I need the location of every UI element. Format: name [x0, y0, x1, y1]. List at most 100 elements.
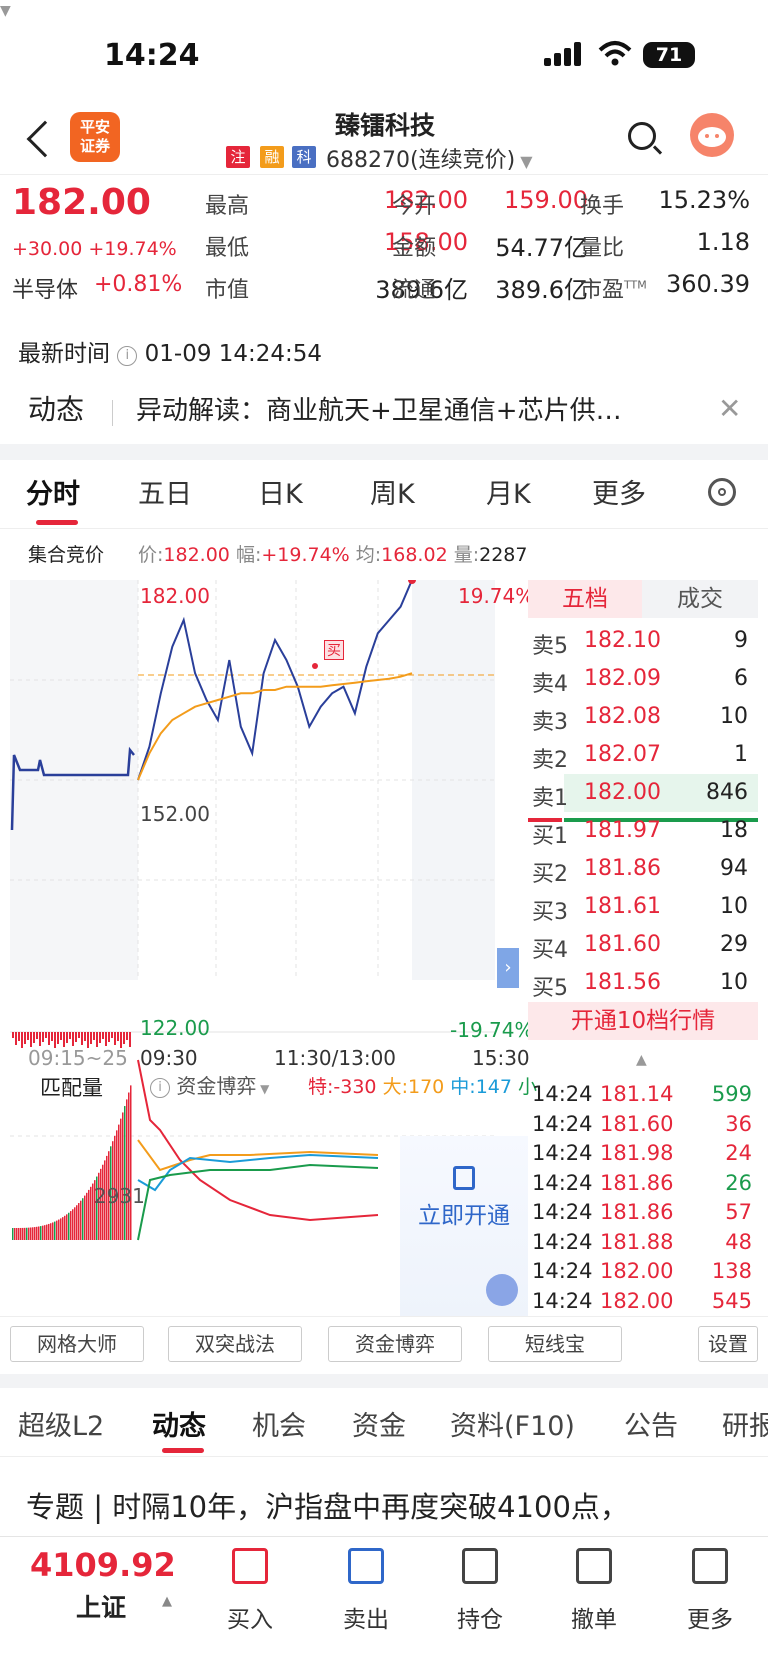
tab-more[interactable]: 更多: [592, 472, 646, 511]
match-volume-top-bar: [111, 1032, 113, 1038]
tag-ke: 科: [292, 146, 316, 168]
buy-sell-marker[interactable]: 买: [324, 640, 344, 660]
tab-five-levels[interactable]: 五档: [528, 580, 642, 618]
x-tick-mid: 11:30/13:00: [274, 1046, 397, 1070]
bottom-button-1[interactable]: 卖出: [326, 1600, 406, 1634]
fullscreen-icon[interactable]: [486, 1274, 518, 1306]
auction-stats: 价:182.00 幅:+19.74% 均:168.02 量:2287: [138, 540, 527, 567]
order-level-price: 181.61: [584, 894, 661, 919]
bottom-button-4[interactable]: 更多: [670, 1600, 750, 1634]
buy-icon[interactable]: [232, 1548, 268, 1584]
tab-weekly[interactable]: 周K: [370, 472, 415, 511]
match-volume-top-bar: [18, 1032, 20, 1041]
bottom-tab-4[interactable]: 资料(F10): [450, 1404, 575, 1443]
chevron-up-icon[interactable]: ▲: [162, 1594, 172, 1609]
bottom-tab-3[interactable]: 资金: [352, 1404, 406, 1443]
tool-button-3[interactable]: 短线宝: [488, 1326, 622, 1362]
tab-intraday[interactable]: 分时: [26, 472, 80, 511]
match-volume-top-bar: [81, 1032, 83, 1045]
match-volume-bar: [48, 1223, 50, 1240]
tool-button-1[interactable]: 双突战法: [168, 1326, 302, 1362]
match-volume-top-bar: [57, 1032, 59, 1044]
dynamic-text[interactable]: 异动解读：商业航天+卫星通信+芯片供…: [136, 390, 622, 427]
info-icon[interactable]: i: [117, 346, 138, 366]
menu-icon[interactable]: [692, 1548, 728, 1584]
tick-volume: 545: [711, 1288, 752, 1313]
match-volume-top-bar: [60, 1032, 62, 1040]
bottom-tab-6[interactable]: 研报: [722, 1404, 768, 1443]
tab-monthly[interactable]: 月K: [486, 472, 531, 511]
bottom-button-3[interactable]: 撤单: [554, 1600, 634, 1634]
unlock-overlay[interactable]: 立即开通: [400, 1136, 528, 1316]
cancel-order-icon[interactable]: [576, 1548, 612, 1584]
battery-icon: 71: [643, 42, 695, 68]
bottom-tab-5[interactable]: 公告: [624, 1404, 678, 1443]
match-volume-bar: [34, 1227, 36, 1240]
sector-name[interactable]: 半导体: [12, 272, 78, 304]
tick-price: 181.14: [600, 1082, 674, 1106]
match-volume-top-bar: [114, 1032, 116, 1045]
stock-code[interactable]: 688270(连续竞价) ▼: [326, 142, 533, 174]
quote-value: 389.6亿: [375, 276, 468, 304]
index-value[interactable]: 4109.92: [30, 1546, 176, 1584]
search-icon[interactable]: [628, 122, 656, 150]
order-level-volume: 9: [734, 628, 748, 653]
gear-icon[interactable]: [708, 478, 736, 506]
tool-button-4[interactable]: 设置: [698, 1326, 758, 1362]
tool-button-0[interactable]: 网格大师: [10, 1326, 144, 1362]
tick-volume: 36: [725, 1111, 752, 1136]
tick-volume: 57: [725, 1200, 752, 1224]
quote-label: 金额: [392, 236, 437, 261]
match-volume-bar: [42, 1225, 44, 1240]
match-volume-top-bar: [108, 1032, 110, 1042]
stock-name: 臻镭科技: [334, 111, 435, 140]
quote-value: 15.23%: [658, 186, 750, 214]
match-volume-top-bar: [30, 1032, 32, 1047]
tool-button-2[interactable]: 资金博弈: [328, 1326, 462, 1362]
vol-label: 量:: [453, 544, 480, 566]
close-icon[interactable]: ✕: [718, 392, 741, 425]
match-volume-top-bar: [96, 1032, 98, 1047]
match-volume-top-bar: [102, 1032, 104, 1039]
match-volume-top-bar: [117, 1032, 119, 1041]
expand-panel-button[interactable]: ›: [497, 948, 519, 988]
order-level-price: 181.86: [584, 856, 661, 881]
news-headline[interactable]: 专题 | 时隔10年，沪指盘中再度突破4100点，: [26, 1484, 629, 1526]
order-level-volume: 1: [734, 742, 748, 767]
tick-price: 181.88: [600, 1229, 674, 1254]
match-volume-bar: [72, 1209, 74, 1240]
pct-tick-high: 19.74%: [458, 584, 535, 608]
match-volume-bar: [60, 1218, 62, 1240]
open-10-levels-button[interactable]: 开通10档行情: [528, 1002, 758, 1040]
avatar[interactable]: [690, 113, 734, 157]
tab-daily[interactable]: 日K: [258, 472, 303, 511]
bottom-tab-0[interactable]: 超级L2: [18, 1404, 104, 1443]
bottom-tab-1[interactable]: 动态: [152, 1404, 206, 1443]
match-volume-top-bar: [75, 1032, 77, 1042]
quote-label: 流通: [392, 278, 437, 303]
tick-time: 14:24: [532, 1111, 593, 1136]
chevron-up-icon[interactable]: ▲: [636, 1052, 647, 1068]
indicator-select[interactable]: i 资金博弈 ▼: [150, 1070, 269, 1099]
tab-trades[interactable]: 成交: [642, 580, 758, 618]
sell-icon[interactable]: [348, 1548, 384, 1584]
tab-5day[interactable]: 五日: [138, 472, 192, 511]
match-volume-top-bar: [84, 1032, 86, 1041]
order-level-label: 卖3: [532, 710, 568, 735]
quote-label: 市值: [205, 278, 250, 303]
position-icon[interactable]: [462, 1548, 498, 1584]
match-volume-top-bar: [12, 1032, 14, 1038]
match-volume-bar: [128, 1092, 130, 1240]
bottom-button-2[interactable]: 持仓: [440, 1600, 520, 1634]
index-name[interactable]: 上证: [76, 1588, 126, 1624]
signal-icon: [544, 42, 584, 66]
quote-label: 市盈TTM: [580, 278, 647, 303]
bottom-tab-2[interactable]: 机会: [252, 1404, 306, 1443]
order-level-price: 182.10: [584, 628, 661, 653]
order-level-price: 181.97: [584, 818, 661, 843]
back-icon[interactable]: [26, 120, 64, 158]
match-volume-bar: [22, 1227, 24, 1240]
bottom-button-0[interactable]: 买入: [210, 1600, 290, 1634]
fund-flow-legend: 特:-330 大:170 中:147 小: [308, 1072, 537, 1099]
quote-value: 158.00: [384, 228, 468, 256]
